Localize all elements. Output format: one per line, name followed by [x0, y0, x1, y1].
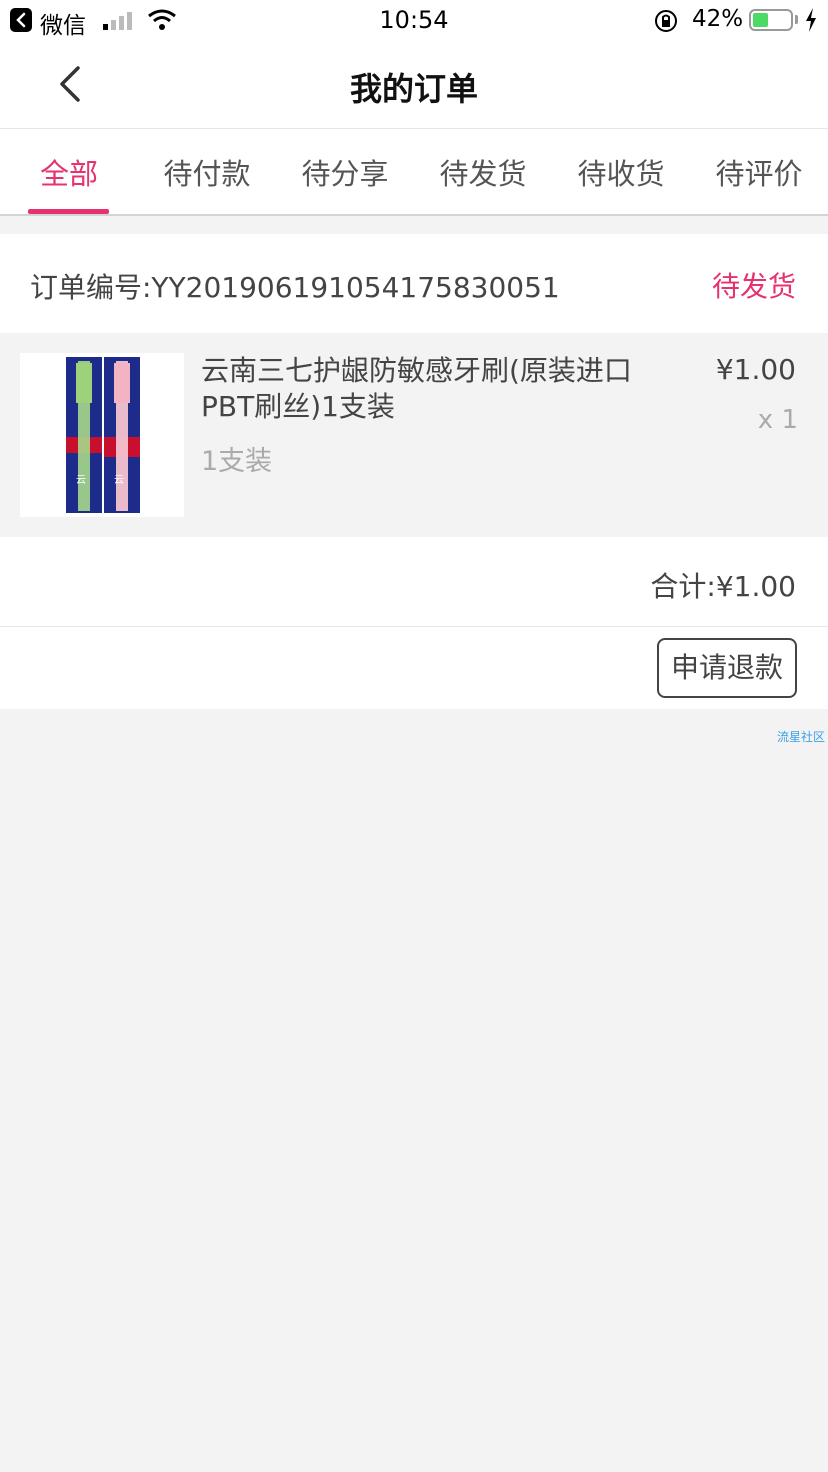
product-spec: 1支装 — [201, 446, 273, 477]
order-header: 订单编号:YY20190619105417583005​1 待发货 — [0, 234, 828, 333]
battery-level — [753, 13, 768, 27]
order-actions: 申请退款 — [0, 627, 828, 709]
charging-icon — [806, 8, 816, 32]
apply-refund-button[interactable]: 申请退款 — [657, 638, 797, 698]
tab-pending-receipt[interactable]: 待收货 — [561, 151, 681, 193]
order-status: 待发货 — [711, 270, 796, 303]
watermark: 流星社区 — [777, 730, 826, 744]
order-number: 订单编号:YY20190619105417583005​1 — [30, 271, 560, 304]
product-name[interactable]: 云南三七护龈防敏感牙刷(原装进口PBT刷丝)1支装 — [201, 353, 681, 425]
battery-cap — [795, 15, 798, 24]
battery-percent: 42% — [692, 6, 744, 32]
order-total-row: 合计:¥1.00 — [0, 537, 828, 627]
order-total: 合计:¥1.00 — [650, 570, 796, 603]
tab-pending-shipment[interactable]: 待发货 — [423, 151, 543, 193]
svg-text:云: 云 — [114, 475, 124, 486]
tab-pending-payment[interactable]: 待付款 — [147, 151, 267, 193]
tab-all[interactable]: 全部 — [9, 151, 129, 193]
active-tab-indicator — [28, 209, 109, 214]
tab-pending-review[interactable]: 待评价 — [699, 151, 819, 193]
battery-icon — [749, 9, 793, 31]
product-image[interactable]: 云 云 — [20, 353, 184, 517]
tab-pending-share[interactable]: 待分享 — [285, 151, 405, 193]
order-tabs: 全部 待付款 待分享 待发货 待收货 待评价 — [0, 129, 828, 216]
status-bar: 微信 10:54 42% — [0, 0, 828, 42]
product-quantity: x 1 — [757, 405, 798, 435]
toothbrush-package-image: 云 云 — [20, 353, 184, 517]
order-item[interactable]: 云 云 云南三七护龈防敏感牙刷(原装进口PBT刷丝)1支装 1支装 ¥1.00 … — [0, 333, 828, 537]
rotation-lock-icon — [655, 10, 677, 32]
svg-text:云: 云 — [76, 475, 86, 486]
product-price: ¥1.00 — [715, 353, 796, 386]
page-title: 我的订单 — [349, 70, 478, 108]
nav-bar: 我的订单 — [0, 42, 828, 129]
